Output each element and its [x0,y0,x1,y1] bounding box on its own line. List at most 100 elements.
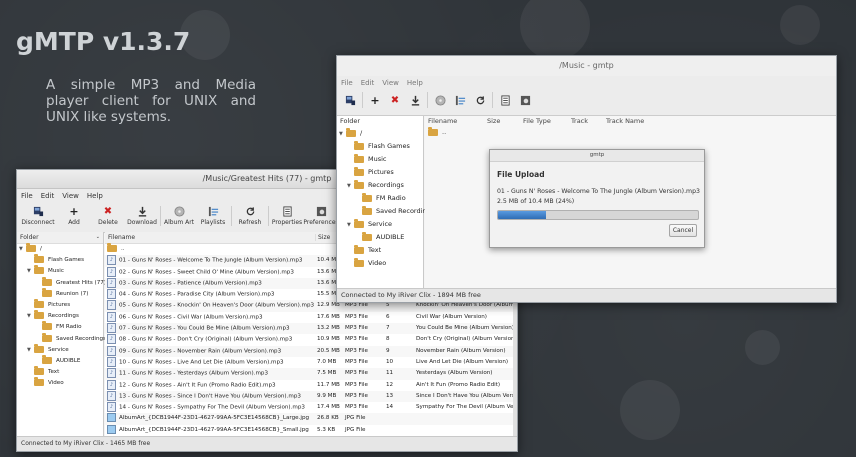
folder-header[interactable]: Folder [337,116,423,127]
folder-item[interactable]: Saved Recordings [17,332,106,345]
expander-icon[interactable]: ▼ [27,311,34,322]
refresh-button[interactable] [470,91,490,109]
file-size: 11.7 MB [317,381,340,388]
folder-label: FM Radio [56,324,82,331]
music-file-icon: ♪ [107,323,116,334]
folder-item[interactable]: Video [17,377,103,389]
menu-item-file[interactable]: File [341,79,353,87]
properties-button[interactable] [495,91,515,109]
album-art-button[interactable]: Album Art [162,206,196,226]
expander-icon[interactable]: ▼ [27,266,34,277]
folder-item[interactable]: Flash Games [17,254,103,266]
disconnect-button[interactable]: Disconnect [19,206,57,226]
expander-icon[interactable]: ▼ [19,244,26,255]
expander-icon[interactable]: ▼ [347,219,354,232]
toolbar-separator [362,92,363,108]
menu-item-edit[interactable]: Edit [41,192,55,200]
folder-label: Greatest Hits (77) [56,279,107,286]
folder-item[interactable]: Text [17,366,103,378]
playlists-button[interactable]: Playlists [196,206,230,226]
folder-item[interactable]: Reunion (7) [17,287,103,300]
menu-item-view[interactable]: View [382,79,399,87]
folder-item[interactable]: Flash Games [337,140,423,153]
folder-item[interactable]: Video [337,257,423,270]
menu-item-edit[interactable]: Edit [361,79,375,87]
folder-item[interactable]: ▼ Service [17,343,103,356]
file-track: 9 [386,347,390,354]
music-file-icon: ♪ [107,356,116,367]
column-filename[interactable]: Filename [108,234,135,241]
preferences-button[interactable] [515,91,535,109]
add-button[interactable]: + [365,91,385,109]
folder-item[interactable]: Pictures [337,166,423,179]
playlists-button[interactable] [450,91,470,109]
column-size[interactable]: Size [487,117,500,125]
file-row[interactable]: .. [425,126,836,137]
folder-item[interactable]: ▼ Service [337,218,423,231]
folder-item[interactable]: Greatest Hits (77) [17,276,107,289]
folder-item[interactable]: Saved Recordings [337,205,434,218]
file-row[interactable]: AlbumArt_{DCB1944F-23D1-4627-99AA-5FC3E1… [105,413,513,425]
folder-item[interactable]: ▼ Recordings [337,179,423,192]
toolbar-separator [160,206,161,226]
folder-item[interactable]: FM Radio [337,192,423,205]
delete-button[interactable]: ✖ Delete [91,206,125,226]
column-file-type[interactable]: File Type [523,117,551,125]
file-row[interactable]: ♪ 06 - Guns N' Roses - Civil War (Album V… [105,311,513,323]
preferences-button[interactable]: Preferences [303,206,339,226]
menu-item-help[interactable]: Help [87,192,103,200]
file-row[interactable]: ♪ 11 - Guns N' Roses - Yesterdays (Album … [105,368,513,380]
file-type: MP3 File [345,347,368,354]
file-row[interactable]: ♪ 09 - Guns N' Roses - November Rain (Alb… [105,345,513,357]
upload-progress-fill [498,211,546,219]
file-row[interactable]: ♪ 12 - Guns N' Roses - Ain't It Fun (Prom… [105,379,513,391]
column-filename[interactable]: Filename [428,117,457,125]
folder-item[interactable]: AUDIBLE [337,231,423,244]
expander-icon[interactable]: ▼ [339,128,346,141]
add-button[interactable]: + Add [57,206,91,226]
column-track[interactable]: Track [571,117,588,125]
menu-item-view[interactable]: View [62,192,79,200]
toolbar-separator [492,92,493,108]
album-art-button[interactable] [430,91,450,109]
menu-item-help[interactable]: Help [407,79,423,87]
music-file-icon: ♪ [107,368,116,379]
folder-item[interactable]: FM Radio [17,321,103,333]
download-button[interactable] [405,91,425,109]
file-type: MP3 File [345,325,368,332]
folder-item[interactable]: Pictures [17,298,103,311]
file-row[interactable]: AlbumArt_{DCB1944F-23D1-4627-99AA-5FC3E1… [105,424,513,436]
file-row[interactable]: ♪ 13 - Guns N' Roses - Since I Don't Have… [105,390,513,403]
download-button[interactable]: Download [125,206,159,226]
file-row[interactable]: ♪ 07 - Guns N' Roses - You Could Be Mine … [105,323,513,335]
folder-icon [42,321,52,331]
column-size[interactable]: Size [315,234,330,241]
album-art-icon [434,94,446,106]
column-track-name[interactable]: Track Name [606,117,644,125]
folder-item[interactable]: ▼ Music [17,265,103,277]
file-name: 14 - Guns N' Roses - Sympathy For The De… [119,404,305,411]
properties-button[interactable]: Properties [270,206,304,226]
folder-item[interactable]: Music [337,153,423,166]
folder-header[interactable]: Folder ⌄ [17,232,103,244]
file-size: 13.2 MB [317,325,340,332]
folder-item[interactable]: Text [337,244,423,257]
file-name: 01 - Guns N' Roses - Welcome To The Jung… [119,257,303,264]
folder-item[interactable]: ▼ / [17,243,103,255]
folder-label: Music [48,268,64,275]
folder-icon [42,287,52,297]
cancel-button[interactable]: Cancel [669,224,697,237]
folder-item[interactable]: ▼ Recordings [17,310,103,322]
folder-item[interactable]: ▼ / [337,127,423,140]
file-row[interactable]: ♪ 08 - Guns N' Roses - Don't Cry (Origina… [105,334,513,345]
file-row[interactable]: ♪ 10 - Guns N' Roses - Live And Let Die (… [105,356,513,368]
folder-item[interactable]: AUDIBLE [17,354,103,367]
expander-icon[interactable]: ▼ [27,345,34,356]
expander-icon[interactable]: ▼ [347,180,354,193]
delete-button[interactable]: ✖ [385,91,405,109]
file-name: 08 - Guns N' Roses - Don't Cry (Original… [119,336,293,343]
refresh-button[interactable]: Refresh [233,206,267,226]
disconnect-button[interactable] [340,91,360,109]
menu-item-file[interactable]: File [21,192,33,200]
file-row[interactable]: ♪ 14 - Guns N' Roses - Sympathy For The D… [105,402,513,413]
